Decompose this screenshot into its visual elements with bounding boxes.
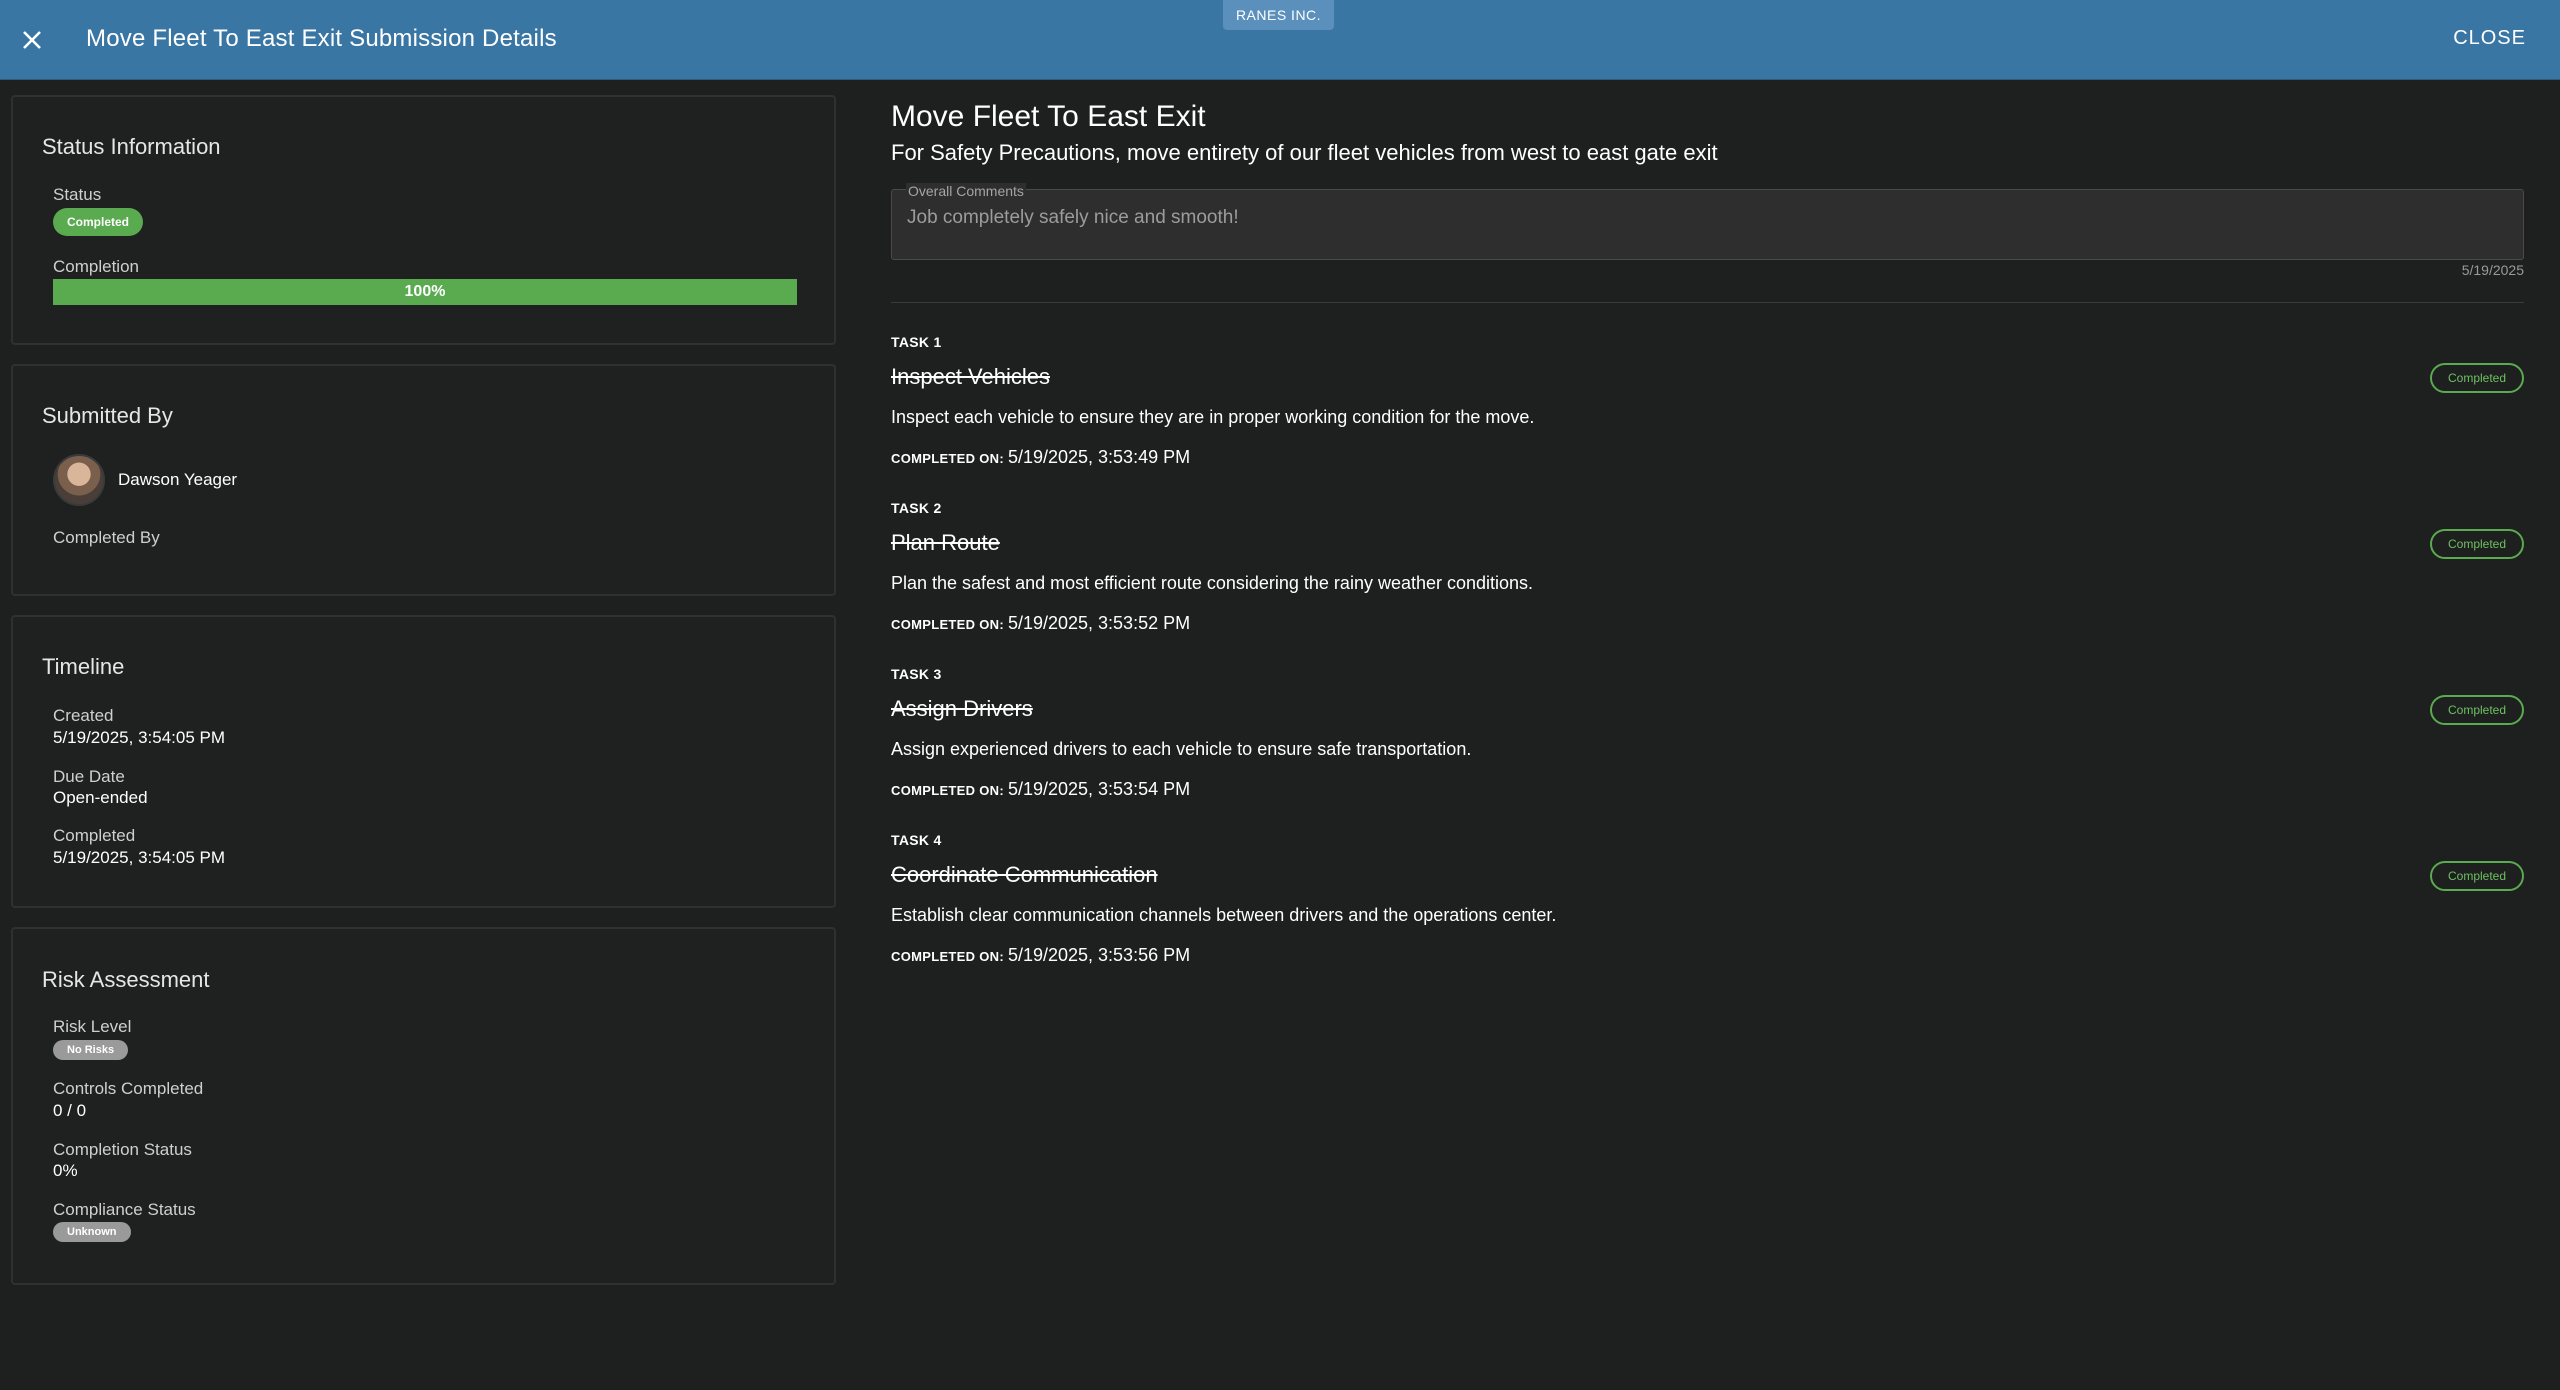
task-status-badge: Completed [2430,861,2524,891]
close-icon[interactable] [14,22,50,58]
task-number: TASK 1 [891,334,942,350]
timeline-card: Timeline Created 5/19/2025, 3:54:05 PM D… [11,615,836,908]
controls-completed-label: Controls Completed [53,1079,204,1098]
status-badge: Completed [53,208,144,236]
timeline-card-title: Timeline [42,654,125,679]
completion-status-value: 0% [53,1161,78,1180]
task-status-badge: Completed [2430,363,2524,393]
completed-by-label: Completed By [53,528,160,547]
dialog-title: Move Fleet To East Exit Submission Detai… [86,25,557,52]
due-date-label: Due Date [53,767,125,786]
organization-badge: RANES INC. [1223,0,1334,30]
task-completed-on: COMPLETED ON: 5/19/2025, 3:53:52 PM [891,613,1190,634]
completion-label: Completion [53,257,139,276]
submitted-by-card: Submitted By Dawson Yeager Completed By [11,364,836,596]
compliance-status-badge: Unknown [53,1222,131,1242]
task-description: Inspect each vehicle to ensure they are … [891,407,1535,427]
task-description: Establish clear communication channels b… [891,905,1557,925]
completed-on-value: 5/19/2025, 3:53:49 PM [1007,447,1191,467]
task-number: TASK 4 [891,832,942,848]
completed-on-label: COMPLETED ON: [891,617,1004,632]
due-date-value: Open-ended [53,788,148,807]
completed-label: Completed [53,826,136,845]
completion-status-label: Completion Status [53,1140,192,1159]
compliance-status-label: Compliance Status [53,1200,196,1219]
created-value: 5/19/2025, 3:54:05 PM [53,728,226,747]
task-completed-on: COMPLETED ON: 5/19/2025, 3:53:56 PM [891,945,1190,966]
risk-assessment-card: Risk Assessment Risk Level No Risks Cont… [11,927,836,1285]
submitted-card-title: Submitted By [42,403,173,428]
task-status-badge: Completed [2430,695,2524,725]
completed-value: 5/19/2025, 3:54:05 PM [53,848,226,867]
completed-on-label: COMPLETED ON: [891,783,1004,798]
task-completed-on: COMPLETED ON: 5/19/2025, 3:53:54 PM [891,779,1190,800]
task-title: Assign Drivers [891,696,1033,721]
created-label: Created [53,706,114,725]
comments-date: 5/19/2025 [2461,262,2524,278]
task-completed-on: COMPLETED ON: 5/19/2025, 3:53:49 PM [891,447,1190,468]
status-information-card: Status Information Status Completed Comp… [11,95,836,345]
task-title: Inspect Vehicles [891,364,1050,389]
avatar [53,454,105,506]
controls-completed-value: 0 / 0 [53,1101,87,1120]
task-description: Plan the safest and most efficient route… [891,573,1534,593]
overall-comments-label: Overall Comments [906,183,1026,199]
task-description: Assign experienced drivers to each vehic… [891,739,1472,759]
close-button[interactable]: CLOSE [2453,27,2526,50]
completed-on-value: 5/19/2025, 3:53:54 PM [1007,779,1191,799]
completed-on-label: COMPLETED ON: [891,451,1004,466]
task-number: TASK 3 [891,666,942,682]
divider [891,302,2524,303]
risk-card-title: Risk Assessment [42,967,210,992]
overall-comments-value: Job completely safely nice and smooth! [907,207,1239,228]
risk-level-label: Risk Level [53,1017,132,1036]
status-card-title: Status Information [42,134,221,159]
task-title: Coordinate Communication [891,862,1158,887]
checklist-description: For Safety Precautions, move entirety of… [891,140,1718,165]
risk-level-badge: No Risks [53,1040,129,1060]
top-app-bar: Move Fleet To East Exit Submission Detai… [0,0,2560,80]
completed-on-value: 5/19/2025, 3:53:52 PM [1007,613,1191,633]
task-number: TASK 2 [891,500,942,516]
submitter-name: Dawson Yeager [118,470,238,489]
completion-progress-bar: 100% [53,279,797,305]
task-status-badge: Completed [2430,529,2524,559]
completed-on-label: COMPLETED ON: [891,949,1004,964]
checklist-title: Move Fleet To East Exit [891,100,1206,133]
completion-percent: 100% [404,283,446,300]
status-label: Status [53,185,102,204]
completed-on-value: 5/19/2025, 3:53:56 PM [1007,945,1191,965]
task-title: Plan Route [891,530,1000,555]
